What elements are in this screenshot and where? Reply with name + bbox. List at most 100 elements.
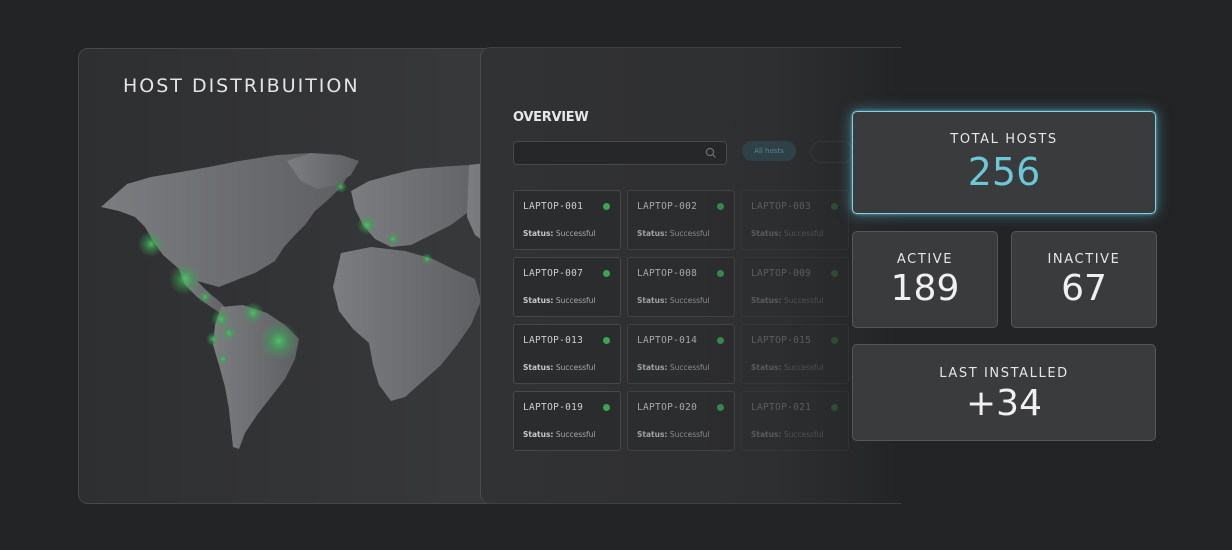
host-marker[interactable]: [138, 231, 164, 257]
host-status-label: Status:: [751, 296, 782, 305]
host-status: Status: Successful: [523, 296, 596, 305]
status-dot-icon: [717, 203, 724, 210]
host-status: Status: Successful: [751, 363, 824, 372]
host-status: Status: Successful: [637, 430, 710, 439]
host-name: LAPTOP-009: [751, 268, 812, 279]
status-dot-icon: [717, 337, 724, 344]
host-card[interactable]: LAPTOP-002 Status: Successful: [627, 190, 735, 250]
host-marker[interactable]: [421, 253, 433, 265]
status-dot-icon: [603, 337, 610, 344]
host-status-value: Successful: [669, 229, 710, 238]
host-status-value: Successful: [555, 296, 596, 305]
host-marker[interactable]: [198, 290, 212, 304]
host-status-value: Successful: [783, 430, 824, 439]
status-dot-icon: [717, 270, 724, 277]
search-input[interactable]: [513, 141, 727, 165]
filter-all-hosts-button[interactable]: All hosts: [742, 141, 796, 161]
africa-shape: [333, 247, 481, 401]
host-status-value: Successful: [555, 430, 596, 439]
status-dot-icon: [831, 270, 838, 277]
host-status: Status: Successful: [751, 430, 824, 439]
overview-panel: OVERVIEW All hosts LAPTOP-001 Status: Suc…: [480, 47, 901, 504]
total-hosts-value: 256: [967, 150, 1041, 194]
status-dot-icon: [603, 404, 610, 411]
host-marker[interactable]: [357, 215, 377, 235]
host-card[interactable]: LAPTOP-014 Status: Successful: [627, 324, 735, 384]
host-status: Status: Successful: [637, 229, 710, 238]
host-name: LAPTOP-019: [523, 402, 584, 413]
host-status-label: Status:: [637, 430, 668, 439]
host-status: Status: Successful: [637, 363, 710, 372]
host-status-label: Status:: [751, 363, 782, 372]
host-status-label: Status:: [637, 363, 668, 372]
host-name: LAPTOP-008: [637, 268, 698, 279]
host-marker[interactable]: [221, 325, 237, 341]
filter-secondary-button[interactable]: [811, 141, 853, 163]
host-status-value: Successful: [783, 363, 824, 372]
overview-title: OVERVIEW: [513, 110, 589, 125]
host-name: LAPTOP-007: [523, 268, 584, 279]
search-icon: [705, 147, 716, 158]
host-status: Status: Successful: [523, 430, 596, 439]
host-name: LAPTOP-020: [637, 402, 698, 413]
host-marker[interactable]: [242, 302, 264, 324]
host-card[interactable]: LAPTOP-007 Status: Successful: [513, 257, 621, 317]
last-installed-label: LAST INSTALLED: [939, 366, 1069, 381]
host-card[interactable]: LAPTOP-001 Status: Successful: [513, 190, 621, 250]
host-card[interactable]: LAPTOP-013 Status: Successful: [513, 324, 621, 384]
host-name: LAPTOP-014: [637, 335, 698, 346]
host-name: LAPTOP-015: [751, 335, 812, 346]
last-installed-card: LAST INSTALLED +34: [852, 344, 1156, 441]
host-status-value: Successful: [669, 430, 710, 439]
host-status-label: Status:: [637, 229, 668, 238]
host-card[interactable]: LAPTOP-009 Status: Successful: [741, 257, 849, 317]
host-marker[interactable]: [335, 181, 347, 193]
host-status-value: Successful: [555, 229, 596, 238]
host-name: LAPTOP-013: [523, 335, 584, 346]
host-status-value: Successful: [783, 229, 824, 238]
host-status-value: Successful: [555, 363, 596, 372]
host-status-value: Successful: [669, 363, 710, 372]
host-marker[interactable]: [386, 232, 400, 246]
host-card[interactable]: LAPTOP-021 Status: Successful: [741, 391, 849, 451]
total-hosts-card: TOTAL HOSTS 256: [852, 111, 1156, 214]
host-status: Status: Successful: [523, 363, 596, 372]
total-hosts-label: TOTAL HOSTS: [950, 132, 1058, 147]
host-status: Status: Successful: [751, 229, 824, 238]
host-card[interactable]: LAPTOP-015 Status: Successful: [741, 324, 849, 384]
host-status-label: Status:: [523, 229, 554, 238]
active-hosts-card: ACTIVE 189: [852, 231, 998, 328]
host-marker[interactable]: [206, 332, 220, 346]
dashboard: HOST DISTRIBUITION OVERVIEW All hosts LA…: [0, 0, 1232, 550]
host-status: Status: Successful: [751, 296, 824, 305]
host-name: LAPTOP-002: [637, 201, 698, 212]
status-dot-icon: [603, 270, 610, 277]
host-card[interactable]: LAPTOP-019 Status: Successful: [513, 391, 621, 451]
host-status-value: Successful: [669, 296, 710, 305]
host-status-label: Status:: [523, 296, 554, 305]
host-status-label: Status:: [523, 430, 554, 439]
host-status-label: Status:: [751, 229, 782, 238]
host-status-label: Status:: [751, 430, 782, 439]
status-dot-icon: [603, 203, 610, 210]
status-dot-icon: [717, 404, 724, 411]
host-marker[interactable]: [259, 321, 299, 361]
inactive-hosts-value: 67: [1061, 268, 1107, 309]
host-marker[interactable]: [169, 263, 201, 295]
active-hosts-value: 189: [890, 268, 960, 309]
host-status-label: Status:: [523, 363, 554, 372]
status-dot-icon: [831, 337, 838, 344]
host-card[interactable]: LAPTOP-008 Status: Successful: [627, 257, 735, 317]
inactive-hosts-label: INACTIVE: [1047, 252, 1121, 267]
host-status: Status: Successful: [523, 229, 596, 238]
host-status-value: Successful: [783, 296, 824, 305]
host-name: LAPTOP-001: [523, 201, 584, 212]
status-dot-icon: [831, 203, 838, 210]
host-marker[interactable]: [217, 353, 229, 365]
host-card[interactable]: LAPTOP-020 Status: Successful: [627, 391, 735, 451]
host-name: LAPTOP-003: [751, 201, 812, 212]
active-hosts-label: ACTIVE: [896, 252, 954, 267]
host-status-label: Status:: [637, 296, 668, 305]
status-dot-icon: [831, 404, 838, 411]
host-card[interactable]: LAPTOP-003 Status: Successful: [741, 190, 849, 250]
